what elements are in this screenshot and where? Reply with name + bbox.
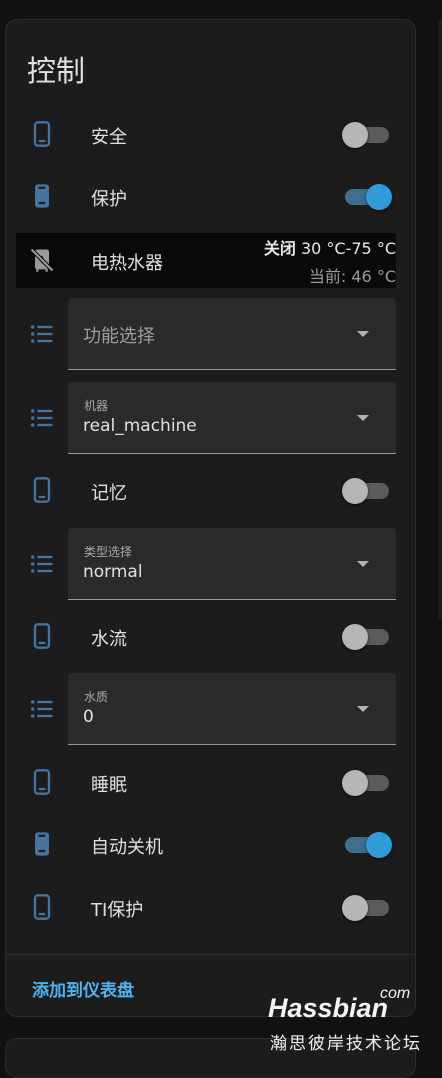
entity-row-protect[interactable]: 保护 — [6, 182, 415, 212]
water-flow-toggle[interactable] — [342, 622, 392, 652]
toggle-knob — [342, 770, 368, 796]
entity-label: 自动关机 — [91, 837, 163, 858]
auto-off-toggle[interactable] — [342, 830, 392, 860]
safety-toggle[interactable] — [342, 120, 392, 150]
entity-row-memory[interactable]: 记忆 — [6, 476, 415, 506]
list-icon — [30, 555, 53, 573]
entity-label: 保护 — [91, 189, 127, 210]
add-to-dashboard-button[interactable]: 添加到仪表盘 — [32, 976, 134, 1001]
heater-state: 关闭 30 °C-75 °C — [264, 235, 396, 259]
list-icon — [30, 700, 53, 718]
toggle-knob — [342, 478, 368, 504]
card-title: 控制 — [27, 54, 86, 88]
card-divider — [6, 954, 415, 955]
toggle-knob — [366, 832, 392, 858]
control-card: 控制 安全 保护 电热水器 关闭 30 °C-75 °C 当前: 46 °C 功… — [5, 19, 416, 1017]
entity-row-ti-protect[interactable]: TI保护 — [6, 893, 415, 923]
dropdown-arrow-icon — [357, 331, 369, 337]
toggle-knob — [342, 895, 368, 921]
select-value: real_machine — [83, 416, 197, 436]
entity-row-water-heater[interactable]: 电热水器 关闭 30 °C-75 °C 当前: 46 °C — [16, 233, 396, 288]
heater-current-temp: 当前: 46 °C — [308, 267, 396, 286]
water-quality-select-dropdown[interactable]: 水质 0 — [68, 673, 396, 745]
sleep-toggle[interactable] — [342, 768, 392, 798]
phone-outline-icon — [33, 894, 51, 920]
toggle-knob — [342, 624, 368, 650]
select-value: normal — [83, 562, 143, 582]
select-label: 水质 — [84, 690, 109, 704]
entity-label: 睡眠 — [91, 775, 127, 796]
entity-label: 安全 — [91, 127, 127, 148]
entity-label: 水流 — [91, 629, 127, 650]
phone-filled-icon — [35, 184, 49, 208]
function-select-dropdown[interactable]: 功能选择 — [68, 298, 396, 370]
phone-outline-icon — [33, 623, 51, 649]
entity-row-water-flow[interactable]: 水流 — [6, 622, 415, 652]
ti-protect-toggle[interactable] — [342, 893, 392, 923]
select-label: 机器 — [84, 399, 109, 413]
entity-label: TI保护 — [91, 900, 144, 921]
dropdown-arrow-icon — [357, 706, 369, 712]
phone-filled-icon — [35, 832, 49, 856]
list-icon — [30, 325, 53, 343]
protect-toggle[interactable] — [342, 182, 392, 212]
phone-outline-icon — [33, 477, 51, 503]
heater-mode: 关闭 — [263, 239, 296, 258]
machine-select-dropdown[interactable]: 机器 real_machine — [68, 382, 396, 454]
entity-row-auto-off[interactable]: 自动关机 — [6, 830, 415, 860]
entity-label: 电热水器 — [91, 253, 163, 274]
heater-range: 30 °C-75 °C — [300, 239, 396, 258]
watermark-brand: Hassbian — [268, 993, 389, 1023]
dropdown-arrow-icon — [357, 561, 369, 567]
list-icon — [30, 409, 53, 427]
entity-row-safety[interactable]: 安全 — [6, 120, 415, 150]
entity-row-sleep[interactable]: 睡眠 — [6, 768, 415, 798]
watermark-tagline: 瀚思彼岸技术论坛 — [270, 1034, 422, 1054]
select-label: 类型选择 — [84, 545, 133, 559]
dropdown-arrow-icon — [357, 415, 369, 421]
entity-label: 记忆 — [91, 483, 127, 504]
adjacent-card-edge — [438, 19, 442, 619]
toggle-knob — [342, 122, 368, 148]
select-placeholder: 功能选择 — [83, 326, 155, 347]
water-heater-off-icon — [30, 248, 54, 272]
memory-toggle[interactable] — [342, 476, 392, 506]
phone-outline-icon — [33, 769, 51, 795]
phone-outline-icon — [33, 121, 51, 147]
toggle-knob — [366, 184, 392, 210]
select-value: 0 — [83, 707, 94, 727]
type-select-dropdown[interactable]: 类型选择 normal — [68, 528, 396, 600]
